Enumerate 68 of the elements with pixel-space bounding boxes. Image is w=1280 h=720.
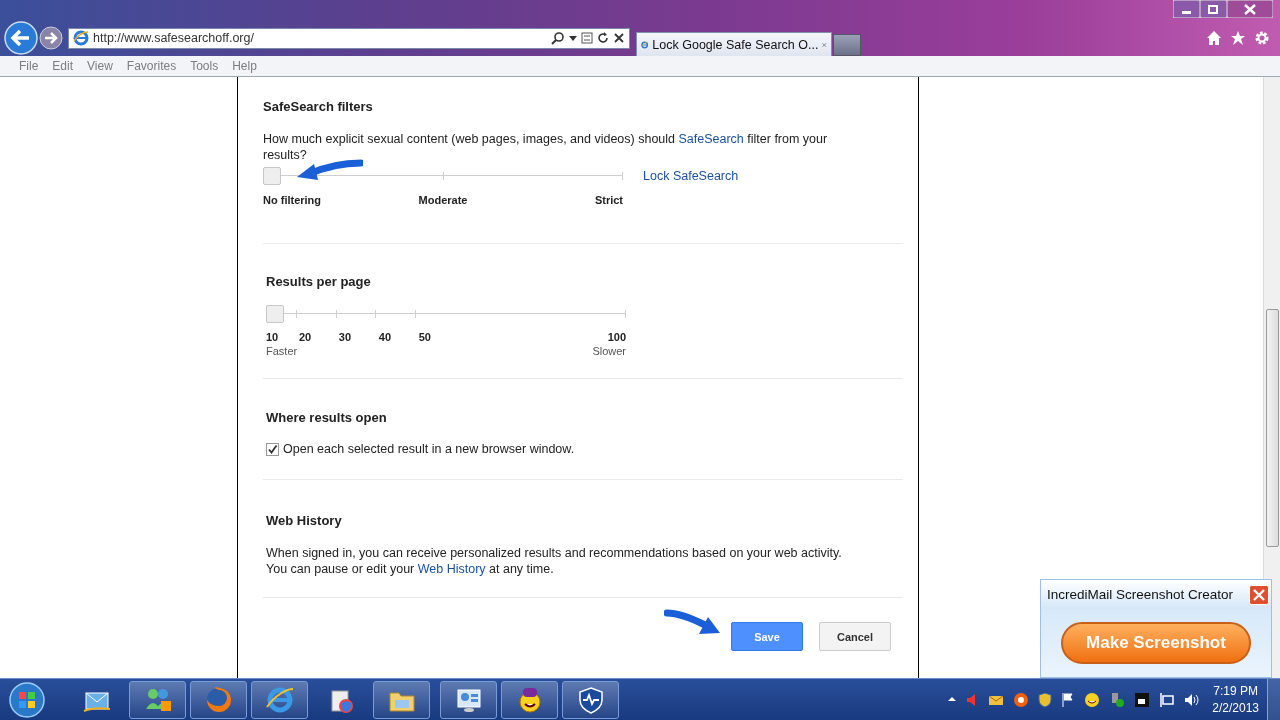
flag-icon[interactable] (1061, 691, 1076, 708)
web-history-link[interactable]: Web History (417, 562, 486, 576)
slider-label: 20 (298, 331, 312, 343)
close-button[interactable] (1227, 0, 1273, 18)
shield-taskbar-button[interactable] (562, 680, 619, 719)
refresh-icon[interactable] (597, 31, 609, 45)
back-button[interactable] (4, 21, 38, 55)
start-button[interactable] (8, 680, 46, 719)
section-title: Web History (266, 513, 343, 528)
lock-safesearch-link[interactable]: Lock SafeSearch (643, 169, 739, 183)
web-history-text: When signed in, you can receive personalized results and recommendations based on your web activity. You can pause or edit your Web History at any time. (266, 545, 843, 577)
section-title: Where results open (266, 410, 388, 425)
scrollbar[interactable] (1263, 77, 1280, 678)
section-title: SafeSearch filters (263, 99, 374, 114)
slider-label: 10 (266, 331, 279, 343)
arrow-annotation (664, 609, 722, 637)
chat-smiley-taskbar-button[interactable] (501, 680, 558, 719)
menu-item[interactable]: Help (225, 59, 264, 73)
people-taskbar-button[interactable] (129, 680, 186, 719)
question-text: How much explicit sexual content (web pages, images, and videos) should SafeSearch filter from your results? (263, 131, 829, 163)
slider-label: Strict (594, 194, 623, 206)
minimize-button[interactable] (1173, 0, 1200, 18)
slider-label: 100 (607, 331, 626, 343)
slider-label: 40 (378, 331, 392, 343)
slider-thumb[interactable] (266, 305, 284, 323)
results-slider[interactable] (266, 305, 626, 323)
home-icon[interactable] (1206, 30, 1222, 46)
shield-icon[interactable] (1038, 691, 1053, 708)
slider-label: Moderate (418, 194, 468, 206)
checkbox[interactable] (266, 442, 279, 456)
clock-date: 2/2/2013 (1212, 699, 1259, 717)
tab-title: Lock Google Safe Search O... (652, 37, 819, 52)
menu-item[interactable]: View (80, 59, 120, 73)
control-panel-taskbar-button[interactable] (440, 680, 497, 719)
slider-thumb[interactable] (263, 167, 281, 185)
folder-taskbar-button[interactable] (373, 680, 430, 719)
menu-item[interactable]: Tools (183, 59, 226, 73)
browser-icon (73, 30, 89, 46)
safesearch-link[interactable]: SafeSearch (678, 132, 744, 146)
browser-taskbar-button[interactable] (251, 680, 308, 719)
slider-label: 30 (338, 331, 352, 343)
faster-label: Faster (266, 345, 298, 357)
menu-item[interactable]: Favorites (119, 59, 184, 73)
new-window-checkbox[interactable]: Open each selected result in a new browser window. (266, 442, 903, 456)
browser-tab[interactable]: Lock Google Safe Search O... (636, 32, 832, 56)
clock[interactable]: 7:19 PM 2/2/2013 (1212, 682, 1259, 717)
url-text: http://www.safesearchoff.org/ (93, 31, 255, 45)
section-title: Results per page (266, 274, 372, 289)
star-icon[interactable] (1230, 30, 1246, 46)
search-icon[interactable] (551, 31, 565, 45)
menu-item[interactable]: Edit (45, 59, 81, 73)
slower-label: Slower (592, 345, 626, 357)
clock-time: 7:19 PM (1213, 682, 1258, 700)
smiley-icon[interactable] (1084, 691, 1101, 708)
ring-icon[interactable] (1013, 691, 1030, 708)
menu-item[interactable]: File (12, 59, 46, 73)
forward-button[interactable] (38, 25, 64, 51)
restore-button[interactable] (1200, 0, 1227, 18)
cancel-button[interactable]: Cancel (819, 622, 891, 651)
slider-label: No filtering (263, 194, 322, 206)
show-desktop-button[interactable] (1267, 679, 1280, 720)
safesearch-slider[interactable] (263, 167, 623, 185)
new-tab-button[interactable] (833, 34, 861, 56)
settings-icon[interactable] (1254, 30, 1270, 46)
slider-label: 50 (418, 331, 431, 343)
popup-title: IncrediMail Screenshot Creator (1047, 587, 1234, 602)
address-bar[interactable]: http://www.safesearchoff.org/ (68, 27, 630, 49)
stop-icon[interactable] (613, 31, 625, 45)
